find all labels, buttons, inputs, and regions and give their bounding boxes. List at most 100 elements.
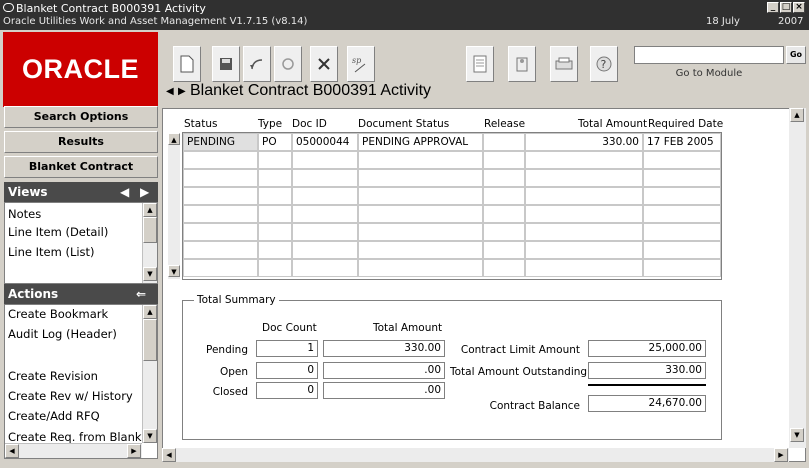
table-empty-cell[interactable]	[183, 205, 258, 223]
cell-document-status[interactable]: PENDING APPROVAL	[358, 133, 483, 151]
table-empty-cell[interactable]	[643, 187, 721, 205]
scroll-right-icon[interactable]: ▶	[127, 444, 141, 458]
search-options-button[interactable]: Search Options	[4, 106, 158, 128]
table-empty-cell[interactable]	[525, 223, 643, 241]
table-empty-cell[interactable]	[358, 241, 483, 259]
delete-icon[interactable]	[310, 46, 338, 82]
table-empty-cell[interactable]	[292, 187, 358, 205]
maximize-button[interactable]: □	[780, 2, 792, 13]
scroll-left-icon[interactable]: ◀	[5, 444, 19, 458]
table-empty-cell[interactable]	[258, 187, 292, 205]
table-empty-cell[interactable]	[292, 169, 358, 187]
table-empty-cell[interactable]	[183, 187, 258, 205]
table-empty-cell[interactable]	[358, 223, 483, 241]
scroll-down-icon[interactable]: ▼	[143, 429, 157, 443]
scroll-up-icon[interactable]: ▲	[790, 108, 804, 122]
table-empty-cell[interactable]	[525, 259, 643, 277]
table-empty-cell[interactable]	[292, 205, 358, 223]
table-empty-cell[interactable]	[358, 187, 483, 205]
cell-doc-id[interactable]: 05000044	[292, 133, 358, 151]
table-empty-cell[interactable]	[258, 223, 292, 241]
table-empty-cell[interactable]	[258, 205, 292, 223]
scroll-up-icon[interactable]: ▲	[143, 203, 157, 217]
table-empty-cell[interactable]	[525, 205, 643, 223]
scroll-down-icon[interactable]: ▼	[143, 267, 157, 281]
main-vscrollbar[interactable]: ▲ ▼	[789, 108, 806, 448]
table-empty-cell[interactable]	[258, 259, 292, 277]
table-empty-cell[interactable]	[183, 169, 258, 187]
main-hscrollbar[interactable]: ◀ ▶	[162, 448, 789, 462]
table-empty-cell[interactable]	[183, 259, 258, 277]
table-empty-cell[interactable]	[483, 151, 525, 169]
cell-status[interactable]: PENDING	[183, 133, 258, 151]
refresh-icon[interactable]	[274, 46, 302, 82]
cell-release[interactable]	[483, 133, 525, 151]
views-item-line-item-list[interactable]: Line Item (List)	[8, 245, 95, 259]
table-empty-cell[interactable]	[483, 259, 525, 277]
action-create-req-from-blanket[interactable]: Create Req. from Blank	[8, 430, 142, 444]
cell-total-amount[interactable]: 330.00	[525, 133, 643, 151]
views-item-notes[interactable]: Notes	[8, 207, 41, 221]
table-empty-cell[interactable]	[258, 151, 292, 169]
table-empty-cell[interactable]	[292, 151, 358, 169]
table-empty-cell[interactable]	[258, 241, 292, 259]
table-empty-cell[interactable]	[643, 259, 721, 277]
attachment-icon[interactable]	[508, 46, 536, 82]
table-empty-cell[interactable]	[643, 223, 721, 241]
results-button[interactable]: Results	[4, 131, 158, 153]
close-button[interactable]: ×	[793, 2, 805, 13]
action-create-add-rfq[interactable]: Create/Add RFQ	[8, 409, 100, 423]
action-create-rev-history[interactable]: Create Rev w/ History	[8, 389, 133, 403]
cell-type[interactable]: PO	[258, 133, 292, 151]
table-empty-cell[interactable]	[643, 169, 721, 187]
table-empty-cell[interactable]	[525, 241, 643, 259]
scroll-left-icon[interactable]: ◀	[162, 448, 176, 462]
table-empty-cell[interactable]	[525, 187, 643, 205]
table-empty-cell[interactable]	[525, 151, 643, 169]
views-scrollbar[interactable]: ▲ ▼	[142, 203, 157, 283]
table-empty-cell[interactable]	[643, 151, 721, 169]
scroll-up-icon[interactable]: ▲	[168, 133, 180, 145]
table-empty-cell[interactable]	[483, 241, 525, 259]
previous-arrow-icon[interactable]: ◀	[166, 86, 174, 97]
table-empty-cell[interactable]	[643, 241, 721, 259]
new-document-icon[interactable]	[173, 46, 201, 82]
table-empty-cell[interactable]	[358, 205, 483, 223]
go-button[interactable]: Go	[786, 46, 806, 64]
table-empty-cell[interactable]	[358, 169, 483, 187]
table-scrollbar[interactable]: ▲ ▼	[168, 133, 180, 279]
scroll-thumb[interactable]	[143, 217, 157, 243]
table-empty-cell[interactable]	[292, 259, 358, 277]
table-empty-cell[interactable]	[183, 223, 258, 241]
goto-module-input[interactable]	[634, 46, 784, 64]
special-icon[interactable]: sp	[347, 46, 375, 82]
table-empty-cell[interactable]	[258, 169, 292, 187]
minimize-button[interactable]: _	[767, 2, 779, 13]
scroll-down-icon[interactable]: ▼	[168, 265, 180, 277]
views-next-icon[interactable]: ▶	[140, 182, 149, 202]
table-empty-cell[interactable]	[183, 241, 258, 259]
table-empty-cell[interactable]	[292, 223, 358, 241]
blanket-contract-button[interactable]: Blanket Contract	[4, 156, 158, 178]
table-empty-cell[interactable]	[483, 223, 525, 241]
actions-hscrollbar[interactable]: ◀ ▶	[5, 443, 142, 458]
actions-collapse-icon[interactable]: ⇐	[136, 284, 146, 304]
views-item-line-item-detail[interactable]: Line Item (Detail)	[8, 225, 108, 239]
action-create-revision[interactable]: Create Revision	[8, 369, 98, 383]
table-empty-cell[interactable]	[183, 151, 258, 169]
save-icon[interactable]	[212, 46, 240, 82]
scroll-up-icon[interactable]: ▲	[143, 305, 157, 319]
actions-scrollbar[interactable]: ▲ ▼	[142, 305, 157, 443]
report-icon[interactable]	[466, 46, 494, 82]
table-empty-cell[interactable]	[483, 187, 525, 205]
table-empty-cell[interactable]	[483, 205, 525, 223]
next-arrow-icon[interactable]: ▶	[178, 86, 186, 97]
cell-required-date[interactable]: 17 FEB 2005	[643, 133, 721, 151]
table-empty-cell[interactable]	[292, 241, 358, 259]
help-icon[interactable]: ?	[590, 46, 618, 82]
table-empty-cell[interactable]	[358, 259, 483, 277]
table-empty-cell[interactable]	[643, 205, 721, 223]
table-empty-cell[interactable]	[525, 169, 643, 187]
print-icon[interactable]	[550, 46, 578, 82]
views-prev-icon[interactable]: ◀	[120, 182, 129, 202]
